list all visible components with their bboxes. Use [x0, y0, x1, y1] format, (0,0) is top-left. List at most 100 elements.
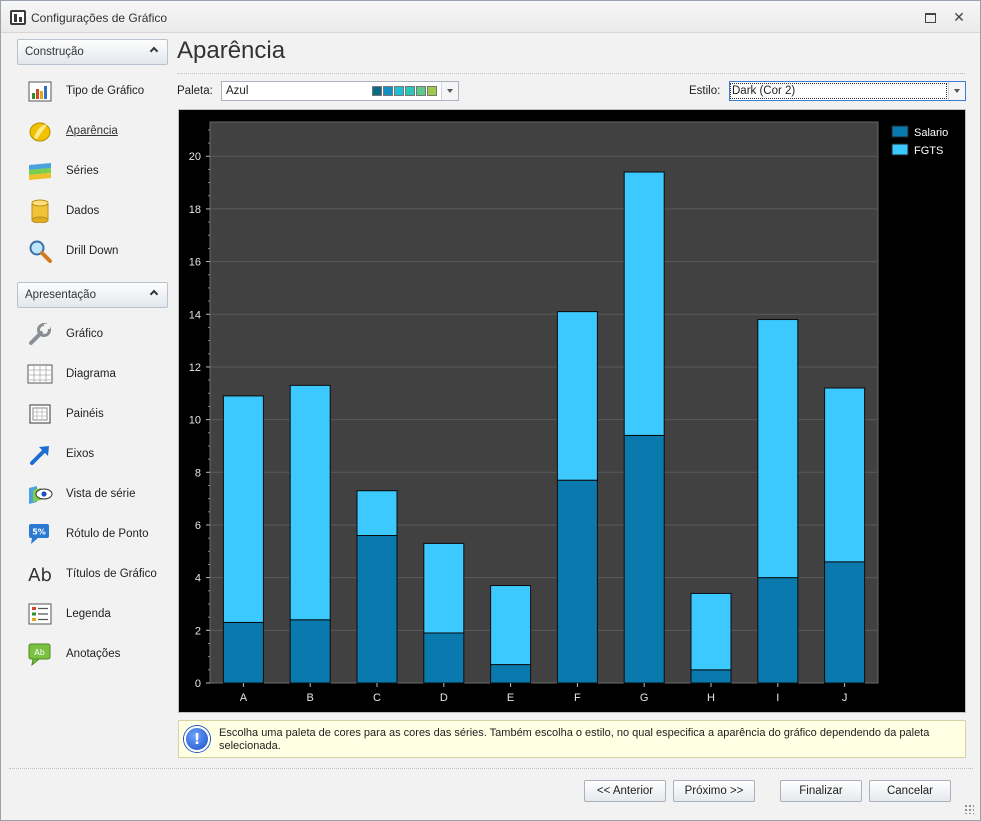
- legend-swatch: [891, 125, 909, 138]
- nav-item-series[interactable]: Séries: [23, 155, 169, 187]
- bar-fgts-B: [289, 384, 331, 621]
- bar-salario-I: [757, 577, 799, 684]
- y-tick-label: 6: [195, 520, 201, 532]
- next-button[interactable]: Próximo >>: [673, 780, 755, 802]
- annotations-icon: Ab: [28, 643, 51, 666]
- legend-swatch: [891, 143, 909, 156]
- bar-salario-D: [423, 632, 465, 684]
- info-bar: Escolha uma paleta de cores para as core…: [178, 720, 966, 758]
- app-chart-icon: [10, 10, 26, 25]
- nav-item-label: Vista de série: [66, 488, 136, 500]
- y-tick-label: 4: [195, 573, 201, 585]
- style-select[interactable]: Dark (Cor 2): [729, 81, 966, 101]
- nav-item-diagram[interactable]: Diagrama: [23, 358, 169, 390]
- palette-swatch: [416, 86, 426, 96]
- resize-grip-icon[interactable]: [964, 804, 974, 814]
- nav-item-label: Gráfico: [66, 328, 104, 340]
- x-tick-label: E: [507, 692, 514, 704]
- palette-swatches: [372, 86, 437, 96]
- chevron-down-icon[interactable]: [441, 82, 458, 100]
- bar-salario-A: [222, 621, 264, 684]
- nav-item-annotations[interactable]: Ab Anotações: [23, 638, 169, 670]
- y-tick-label: 12: [189, 362, 201, 374]
- nav-item-chart-titles[interactable]: Ab Títulos de Gráfico: [23, 558, 169, 590]
- stacked-bar-chart: 0 2 4 6 8 10 12 14 16 18 20 A B C D E F G H I J Salario FGTS: [179, 110, 965, 712]
- bar-fgts-E: [490, 585, 532, 666]
- bar-salario-B: [289, 619, 331, 684]
- bar-salario-C: [356, 535, 398, 684]
- nav-item-label: Rótulo de Ponto: [66, 528, 149, 540]
- legend-label: Salario: [914, 127, 948, 139]
- x-tick-label: C: [373, 692, 381, 704]
- palette-label: Paleta:: [177, 85, 213, 97]
- nav-item-label: Tipo de Gráfico: [66, 85, 145, 97]
- panels-icon: [29, 404, 51, 424]
- bar-fgts-F: [556, 311, 598, 481]
- palette-swatch: [394, 86, 404, 96]
- divider: [177, 73, 965, 74]
- y-tick-label: 10: [189, 415, 201, 427]
- cancel-button[interactable]: Cancelar: [869, 780, 951, 802]
- nav-group-construcao[interactable]: Construção: [17, 39, 168, 65]
- appearance-icon: [29, 122, 51, 142]
- series-icon: [29, 163, 51, 180]
- x-tick-label: J: [842, 692, 848, 704]
- nav-item-label: Painéis: [66, 408, 104, 420]
- nav-item-appearance[interactable]: Aparência: [23, 115, 169, 147]
- nav-item-legend[interactable]: Legenda: [23, 598, 169, 630]
- chevron-down-icon[interactable]: [948, 82, 965, 100]
- y-tick-label: 0: [195, 678, 201, 690]
- bar-fgts-J: [824, 387, 866, 563]
- y-tick-label: 8: [195, 467, 201, 479]
- nav-item-label: Dados: [66, 205, 100, 217]
- y-tick-label: 16: [189, 257, 201, 269]
- palette-select[interactable]: Azul: [221, 81, 459, 101]
- x-tick-label: I: [776, 692, 779, 704]
- x-tick-label: F: [574, 692, 581, 704]
- chart-settings-window: Configurações de Gráfico ✕ Construção Ti…: [0, 0, 981, 821]
- drill-down-icon: [29, 240, 52, 263]
- x-tick-label: B: [307, 692, 314, 704]
- info-text: Escolha uma paleta de cores para as core…: [219, 727, 930, 752]
- nav-group-apresentacao[interactable]: Apresentação: [17, 282, 168, 308]
- legend-label: FGTS: [914, 145, 943, 157]
- palette-swatch: [383, 86, 393, 96]
- nav-item-label: Títulos de Gráfico: [66, 568, 157, 580]
- divider: [9, 768, 973, 769]
- nav-item-panels[interactable]: Painéis: [23, 398, 169, 430]
- nav-item-series-view[interactable]: Vista de série: [23, 478, 169, 510]
- close-icon[interactable]: ✕: [951, 9, 967, 25]
- page-title: Aparência: [177, 37, 286, 64]
- svg-text:Ab: Ab: [28, 565, 52, 586]
- chevron-up-icon[interactable]: [149, 289, 159, 299]
- bar-fgts-D: [423, 542, 465, 634]
- restore-icon[interactable]: [922, 9, 938, 25]
- nav-item-point-label[interactable]: 5% Rótulo de Ponto: [23, 518, 169, 550]
- style-label: Estilo:: [689, 85, 721, 97]
- chevron-up-icon[interactable]: [149, 46, 159, 56]
- nav-item-data[interactable]: Dados: [23, 195, 169, 227]
- style-value: Dark (Cor 2): [730, 83, 947, 99]
- bar-fgts-H: [690, 592, 732, 671]
- point-label-icon: 5%: [29, 524, 49, 544]
- svg-text:Ab: Ab: [34, 648, 45, 657]
- nav-item-label: Séries: [66, 165, 99, 177]
- nav-item-axes[interactable]: Eixos: [23, 438, 169, 470]
- previous-button[interactable]: << Anterior: [584, 780, 666, 802]
- series-view-icon: [29, 486, 53, 504]
- x-tick-label: H: [707, 692, 715, 704]
- nav-item-label: Drill Down: [66, 245, 119, 257]
- bar-fgts-A: [222, 395, 264, 623]
- svg-text:5%: 5%: [32, 528, 46, 537]
- nav-item-chart[interactable]: Gráfico: [23, 318, 169, 350]
- palette-swatch: [405, 86, 415, 96]
- bar-fgts-C: [356, 490, 398, 537]
- y-tick-label: 18: [189, 204, 201, 216]
- y-tick-label: 2: [195, 625, 201, 637]
- nav-item-chart-type[interactable]: Tipo de Gráfico: [23, 75, 169, 107]
- bar-salario-G: [623, 434, 665, 684]
- chart-type-icon: [28, 81, 52, 102]
- bar-salario-H: [690, 669, 732, 684]
- nav-item-drill-down[interactable]: Drill Down: [23, 235, 169, 267]
- finish-button[interactable]: Finalizar: [780, 780, 862, 802]
